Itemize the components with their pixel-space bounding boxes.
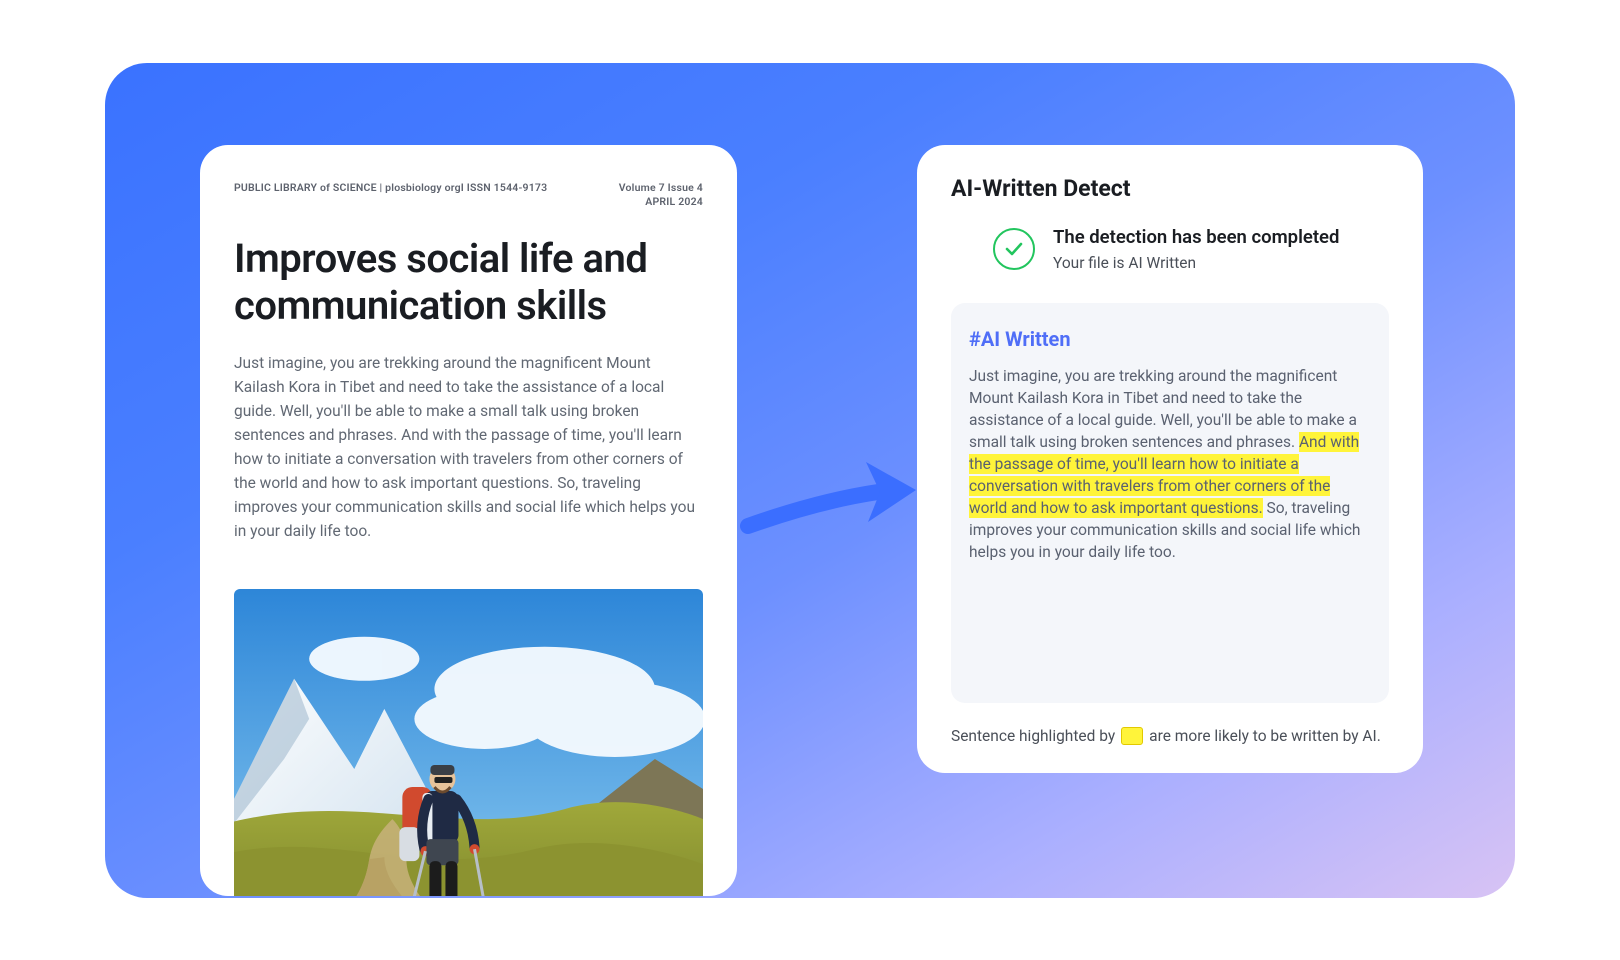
panel-title: AI-Written Detect: [951, 175, 1389, 202]
status-text-block: The detection has been completed Your fi…: [1053, 224, 1339, 275]
detection-status-row: The detection has been completed Your fi…: [951, 224, 1389, 275]
status-main-text: The detection has been completed: [1053, 224, 1339, 251]
legend-text-pre: Sentence highlighted by: [951, 727, 1115, 745]
gradient-stage: PUBLIC LIBRARY of SCIENCE | plosbiology …: [105, 63, 1515, 898]
legend-swatch-icon: [1121, 727, 1143, 745]
document-title: Improves social life and communication s…: [234, 235, 703, 329]
source-document-card: PUBLIC LIBRARY of SCIENCE | plosbiology …: [200, 145, 737, 896]
issue-date-block: Volume 7 Issue 4 APRIL 2024: [619, 181, 703, 209]
legend-text-post: are more likely to be written by AI.: [1149, 727, 1381, 745]
highlight-legend: Sentence highlighted by are more likely …: [951, 727, 1389, 745]
analysis-tag: #AI Written: [969, 327, 1371, 351]
analysis-paragraph: Just imagine, you are trekking around th…: [969, 365, 1371, 563]
analysis-box: #AI Written Just imagine, you are trekki…: [951, 303, 1389, 703]
check-circle-icon: [993, 228, 1035, 270]
arrow-icon: [738, 448, 928, 536]
status-sub-text: Your file is AI Written: [1053, 252, 1339, 274]
document-body-text: Just imagine, you are trekking around th…: [234, 351, 703, 543]
publisher-line: PUBLIC LIBRARY of SCIENCE | plosbiology …: [234, 181, 547, 194]
document-hero-image: [234, 589, 703, 895]
volume-issue: Volume 7 Issue 4: [619, 181, 703, 195]
ai-detect-panel: AI-Written Detect The detection has been…: [917, 145, 1423, 773]
issue-date: APRIL 2024: [619, 195, 703, 209]
document-meta-bar: PUBLIC LIBRARY of SCIENCE | plosbiology …: [234, 181, 703, 209]
